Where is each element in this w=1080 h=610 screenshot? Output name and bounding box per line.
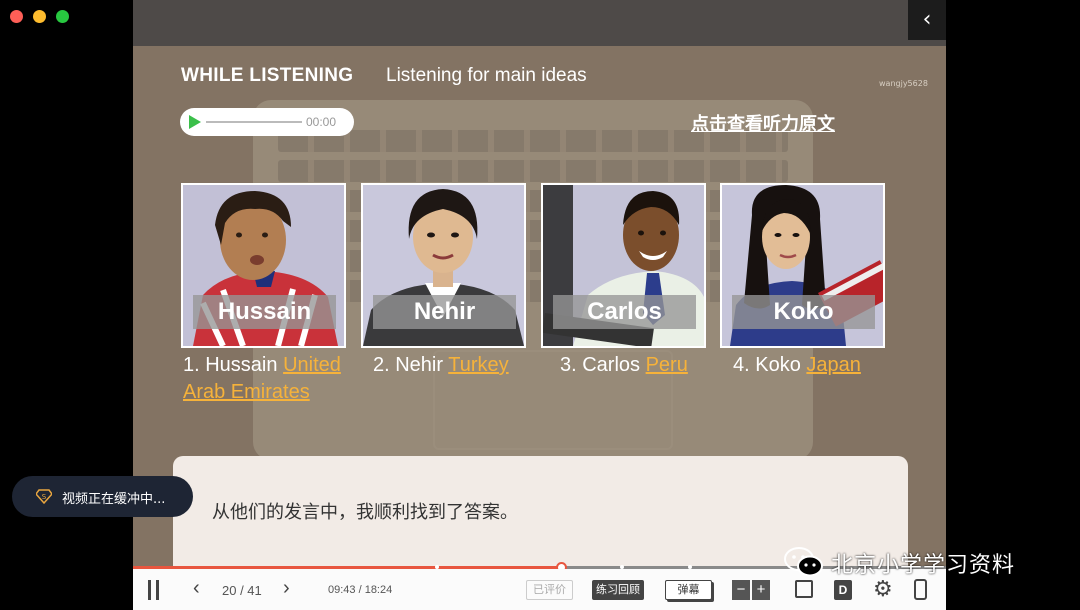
wechat-icon [784, 547, 823, 577]
answer-item-2: 2. Nehir Turkey [373, 352, 509, 379]
zoom-controls: − + [732, 580, 770, 600]
person-name-label: Nehir [373, 295, 516, 329]
zoom-out-button[interactable]: − [732, 580, 750, 600]
chevron-left-icon: ‹ [193, 577, 200, 599]
practice-review-button[interactable]: 练习回顾 [592, 580, 644, 600]
answer-country: Turkey [448, 354, 509, 376]
audio-track[interactable] [206, 121, 302, 123]
answer-item-4: 4. Koko Japan [733, 352, 861, 379]
page-indicator: 20 / 41 [222, 583, 262, 598]
audio-player[interactable]: 00:00 [180, 108, 354, 136]
video-stage: ‹ WHILE LISTENING Listening for main ide… [133, 0, 946, 568]
chevron-left-icon: ‹ [922, 7, 932, 32]
buffering-toast: S 视频正在缓冲中... [12, 476, 193, 517]
buffering-text: 视频正在缓冲中... [62, 492, 166, 507]
app-window: ‹ WHILE LISTENING Listening for main ide… [0, 0, 1080, 610]
corner-watermark: wangjy5628 [879, 79, 928, 88]
view-transcript-link[interactable]: 点击查看听力原文 [691, 110, 835, 136]
section-subheading: Listening for main ideas [386, 65, 587, 86]
person-name-label: Koko [732, 295, 875, 329]
answer-item-1: 1. Hussain United Arab Emirates [183, 352, 363, 406]
person-name-label: Carlos [553, 295, 696, 329]
answer-country: Japan [806, 354, 861, 376]
wechat-account-name: 北京小学学习资料 [831, 553, 1016, 578]
stage-top-band [133, 0, 946, 46]
answer-country: Peru [645, 354, 688, 376]
close-window-button[interactable] [10, 10, 23, 23]
gear-icon[interactable]: ⚙ [873, 576, 893, 602]
danmaku-button[interactable]: 弹幕 [665, 580, 712, 600]
person-card-koko: Koko [720, 183, 885, 348]
minimize-window-button[interactable] [33, 10, 46, 23]
answer-item-3: 3. Carlos Peru [560, 352, 688, 379]
answer-number: 1. Hussain [183, 354, 284, 376]
svg-text:S: S [42, 493, 47, 501]
person-card-nehir: Nehir [361, 183, 526, 348]
pause-button[interactable] [147, 580, 161, 600]
answer-number: 2. Nehir [373, 354, 449, 376]
person-name-label: Hussain [193, 295, 336, 329]
fullscreen-icon[interactable] [795, 580, 813, 598]
audio-time: 00:00 [306, 115, 337, 129]
answer-number: 4. Koko [733, 354, 807, 376]
time-display: 09:43 / 18:24 [328, 584, 393, 596]
next-page-button[interactable]: › [283, 577, 290, 600]
wechat-watermark: 北京小学学习资料 [783, 543, 1053, 579]
person-card-hussain: Hussain [181, 183, 346, 348]
subtitle-text: 从他们的发言中，我顺利找到了答案。 [212, 502, 518, 523]
previous-page-button[interactable]: ‹ [193, 577, 200, 600]
play-icon[interactable] [189, 115, 201, 129]
zoom-in-button[interactable]: + [752, 580, 770, 600]
zoom-window-button[interactable] [56, 10, 69, 23]
diamond-badge-icon: S [36, 489, 52, 504]
rated-button[interactable]: 已评价 [526, 580, 573, 600]
person-card-carlos: Carlos [541, 183, 706, 348]
answer-number: 3. Carlos [560, 354, 646, 376]
d-mode-button[interactable]: D [834, 580, 852, 600]
chevron-right-icon: › [283, 577, 290, 599]
mobile-icon[interactable] [914, 579, 927, 600]
back-button[interactable]: ‹ [908, 0, 946, 40]
section-heading: WHILE LISTENING [181, 65, 354, 86]
